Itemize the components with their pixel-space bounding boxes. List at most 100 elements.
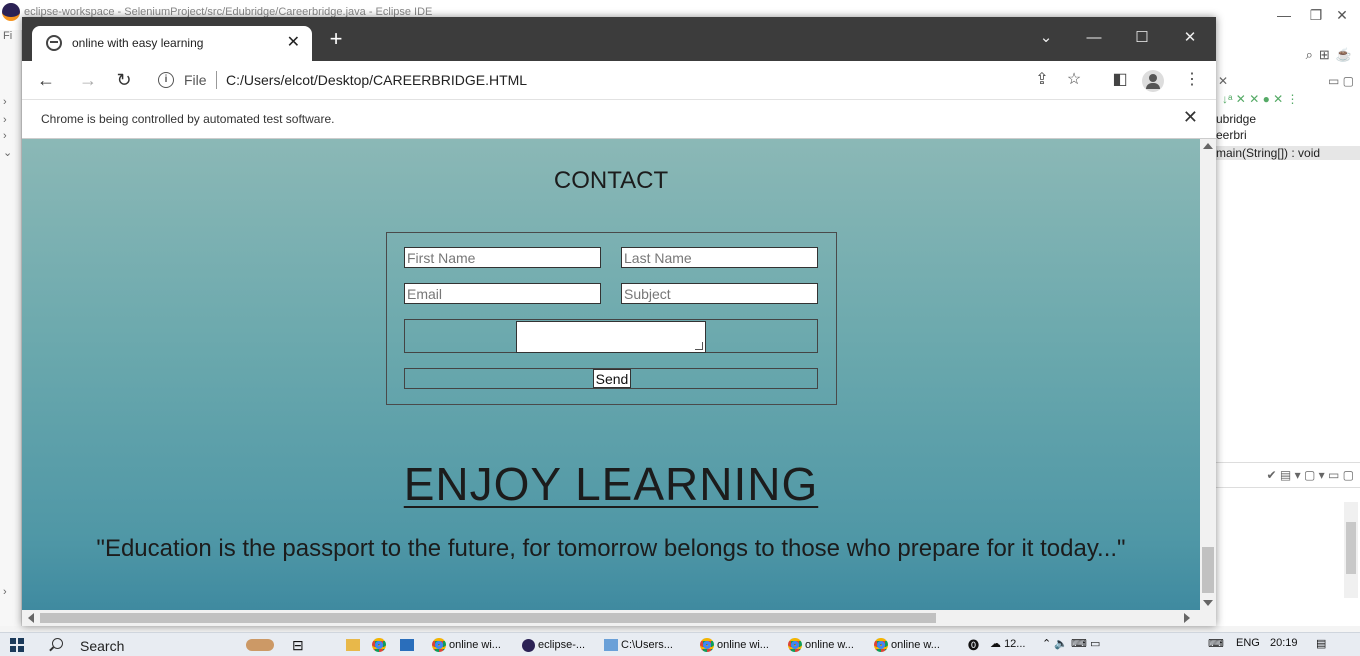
- automation-infobar: Chrome is being controlled by automated …: [22, 99, 1216, 139]
- chrome-window: online with easy learning ✕ + ⌄ — ☐ ✕ ← …: [22, 17, 1216, 626]
- taskbar-search[interactable]: Search: [44, 635, 224, 655]
- side-panel-icon[interactable]: ◧: [1106, 67, 1134, 93]
- notification-icon[interactable]: ▤: [1316, 637, 1326, 650]
- share-icon[interactable]: ⇪: [1028, 67, 1056, 93]
- taskbar-app-chrome-1[interactable]: online wi...: [432, 636, 501, 654]
- expand-arrow-icon[interactable]: ›: [3, 586, 7, 598]
- expand-arrow-icon[interactable]: ›: [3, 96, 7, 108]
- subject-input[interactable]: [621, 283, 818, 304]
- outline-row[interactable]: ubridge: [1216, 112, 1360, 126]
- new-tab-button[interactable]: +: [322, 25, 350, 53]
- tray-icons[interactable]: ⌃ 🔈 ⌨ ▭: [1042, 637, 1100, 650]
- last-name-input[interactable]: [621, 247, 818, 268]
- chrome-pinned-icon[interactable]: [372, 636, 386, 654]
- infobar-message: Chrome is being controlled by automated …: [41, 112, 335, 126]
- page-viewport: CONTACT Send ENJOY LEARNING "Education i…: [22, 139, 1200, 610]
- url-text[interactable]: C:/Users/elcot/Desktop/CAREERBRIDGE.HTML: [226, 72, 527, 88]
- taskbar-app-label: online wi...: [717, 639, 769, 651]
- scrollbar-thumb[interactable]: [1202, 547, 1214, 593]
- chrome-icon: [700, 638, 714, 652]
- close-window-button[interactable]: ✕: [1170, 23, 1210, 53]
- expand-arrow-icon[interactable]: ›: [3, 114, 7, 126]
- resize-grip-icon[interactable]: [695, 342, 703, 350]
- paint-app-icon[interactable]: [246, 636, 274, 654]
- send-button[interactable]: Send: [593, 369, 631, 388]
- outline-row[interactable]: eerbri: [1216, 128, 1360, 142]
- perspective-icon[interactable]: ⊞: [1319, 47, 1330, 63]
- scroll-right-icon[interactable]: [1184, 613, 1190, 623]
- outline-tab-bar: ✕ ▭ ▢: [1218, 74, 1354, 88]
- mail-icon[interactable]: [400, 636, 414, 654]
- reload-button[interactable]: ↻: [110, 67, 138, 93]
- scroll-down-icon[interactable]: [1203, 600, 1213, 606]
- notepad-icon: [604, 639, 618, 651]
- console-scrollbar[interactable]: [1344, 502, 1358, 598]
- eclipse-outline-panel: ⌕ ⊞ ☕ ✕ ▭ ▢ ↓ᵃ ✕ ✕ ● ✕ ⋮ ubridge eerbri …: [1216, 30, 1360, 626]
- profile-avatar-icon[interactable]: [1142, 70, 1164, 92]
- taskbar-app-chrome-3[interactable]: online w...: [788, 636, 854, 654]
- address-bar[interactable]: i File C:/Users/elcot/Desktop/CAREERBRID…: [150, 64, 940, 96]
- chrome-icon: [432, 638, 446, 652]
- eclipse-logo-icon: [2, 3, 20, 21]
- maximize-button[interactable]: ☐: [1122, 23, 1162, 53]
- bookmark-star-icon[interactable]: ☆: [1060, 67, 1088, 93]
- browser-tab[interactable]: online with easy learning ✕: [32, 26, 312, 61]
- eclipse-left-gutter: Fi › › › ⌄ ›: [0, 30, 22, 626]
- help-icon[interactable]: ⓿: [968, 637, 979, 653]
- close-infobar-icon[interactable]: ✕: [1183, 107, 1198, 128]
- taskbar-app-notepad[interactable]: C:\Users...: [604, 636, 673, 654]
- console-toolbar: ✔ ▤ ▾ ▢ ▾ ▭ ▢: [1216, 462, 1360, 488]
- chrome-icon: [788, 638, 802, 652]
- back-button[interactable]: ←: [32, 67, 60, 93]
- page-vertical-scrollbar[interactable]: [1200, 139, 1216, 610]
- minimize-button[interactable]: —: [1074, 23, 1114, 53]
- expand-arrow-icon[interactable]: ›: [3, 130, 7, 142]
- divider: [216, 71, 217, 89]
- tab-search-chevron-icon[interactable]: ⌄: [1026, 23, 1066, 53]
- task-view-icon[interactable]: ⊟: [292, 636, 304, 654]
- message-textarea[interactable]: [516, 321, 706, 353]
- scrollbar-thumb[interactable]: [40, 613, 936, 623]
- outline-row-selected[interactable]: main(String[]) : void: [1216, 146, 1360, 160]
- weather-icon[interactable]: ☁ 12...: [990, 637, 1025, 650]
- send-container: Send: [404, 368, 818, 389]
- close-tab-icon[interactable]: ✕: [287, 32, 300, 52]
- taskbar-app-chrome-2[interactable]: online wi...: [700, 636, 769, 654]
- first-name-input[interactable]: [404, 247, 601, 268]
- taskbar-app-chrome-4[interactable]: online w...: [874, 636, 940, 654]
- keyboard-icon[interactable]: ⌨: [1208, 637, 1224, 650]
- collapse-arrow-icon[interactable]: ⌄: [3, 146, 12, 159]
- file-explorer-icon[interactable]: [346, 636, 360, 654]
- menu-kebab-icon[interactable]: ⋮: [1178, 67, 1206, 93]
- search-icon[interactable]: ⌕: [1306, 47, 1313, 63]
- page-horizontal-scrollbar[interactable]: [22, 610, 1216, 626]
- search-icon: [52, 638, 63, 649]
- eclipse-icon: [522, 638, 535, 652]
- eclipse-menu-hint: Fi: [3, 30, 13, 42]
- language-indicator[interactable]: ENG: [1236, 637, 1260, 649]
- tab-title: online with easy learning: [72, 36, 204, 50]
- taskbar-app-label: online wi...: [449, 639, 501, 651]
- scrollbar-thumb[interactable]: [1346, 522, 1356, 574]
- taskbar-app-label: C:\Users...: [621, 639, 673, 651]
- info-icon[interactable]: i: [158, 72, 174, 88]
- enjoy-learning-heading: ENJOY LEARNING: [403, 458, 819, 510]
- email-input[interactable]: [404, 283, 601, 304]
- url-scheme: File: [184, 72, 207, 88]
- outline-toolbar: ↓ᵃ ✕ ✕ ● ✕ ⋮: [1222, 92, 1299, 106]
- taskbar-app-eclipse[interactable]: eclipse-...: [522, 636, 585, 654]
- browser-toolbar: ← → ↻ i File C:/Users/elcot/Desktop/CARE…: [22, 61, 1216, 99]
- globe-icon: [46, 35, 62, 51]
- weather-text: 12...: [1004, 638, 1026, 650]
- taskbar-app-label: online w...: [805, 639, 854, 651]
- taskbar-app-label: eclipse-...: [538, 639, 586, 651]
- windows-start-icon[interactable]: [10, 638, 24, 652]
- windows-taskbar: Search ⊟ online wi... eclipse-... C:\Use…: [0, 632, 1360, 656]
- scroll-left-icon[interactable]: [28, 613, 34, 623]
- scroll-up-icon[interactable]: [1203, 143, 1213, 149]
- clock[interactable]: 20:19: [1270, 637, 1298, 649]
- eclipse-close-button[interactable]: ✕: [1322, 2, 1360, 28]
- message-container: [404, 319, 818, 353]
- forward-button[interactable]: →: [74, 67, 102, 93]
- java-perspective-icon[interactable]: ☕: [1336, 47, 1352, 63]
